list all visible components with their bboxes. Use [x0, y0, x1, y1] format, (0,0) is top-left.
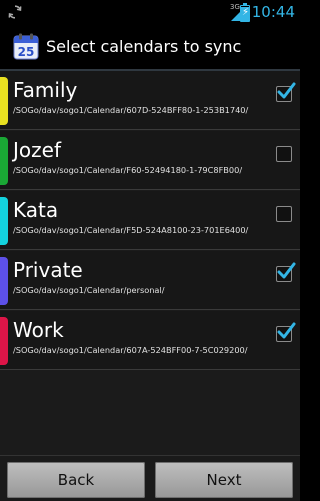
calendar-checkbox[interactable]	[276, 322, 296, 342]
calendar-name: Family	[13, 78, 78, 102]
calendar-color-bar	[0, 257, 8, 305]
status-bar: 3G ⚡ 10:44	[0, 0, 300, 25]
list-item-private[interactable]: Private /SOGo/dav/sogo1/Calendar/persona…	[0, 251, 300, 310]
next-button[interactable]: Next	[155, 462, 293, 498]
status-clock: 10:44	[251, 3, 295, 21]
list-item-kata[interactable]: Kata /SOGo/dav/sogo1/Calendar/F5D-524A81…	[0, 191, 300, 250]
calendar-checkbox[interactable]	[276, 146, 292, 162]
back-button[interactable]: Back	[7, 462, 145, 498]
list-item-work[interactable]: Work /SOGo/dav/sogo1/Calendar/607A-524BF…	[0, 311, 300, 370]
calendar-name: Jozef	[13, 138, 61, 162]
calendar-icon-day: 25	[18, 45, 35, 59]
sync-icon	[8, 5, 22, 19]
calendar-color-bar	[0, 77, 8, 125]
bottom-button-bar: Back Next	[0, 455, 300, 501]
calendar-name: Work	[13, 318, 64, 342]
title-bar: 25 Select calendars to sync	[0, 25, 300, 71]
list-item-jozef[interactable]: Jozef /SOGo/dav/sogo1/Calendar/F60-52494…	[0, 131, 300, 190]
calendar-color-bar	[0, 137, 8, 185]
calendar-checkbox[interactable]	[276, 82, 296, 102]
calendar-name: Kata	[13, 198, 59, 222]
calendar-icon: 25	[13, 33, 39, 60]
calendar-checkbox[interactable]	[276, 262, 296, 282]
calendar-name: Private	[13, 258, 83, 282]
calendar-path: /SOGo/dav/sogo1/Calendar/personal/	[13, 285, 165, 295]
check-mark-icon	[277, 262, 296, 279]
calendar-color-bar	[0, 317, 8, 365]
check-mark-icon	[277, 322, 296, 339]
calendar-path: /SOGo/dav/sogo1/Calendar/F5D-524A8100-23…	[13, 225, 249, 235]
calendar-path: /SOGo/dav/sogo1/Calendar/F60-52494180-1-…	[13, 165, 243, 175]
calendar-checkbox[interactable]	[276, 206, 292, 222]
calendar-path: /SOGo/dav/sogo1/Calendar/607D-524BFF80-1…	[13, 105, 249, 115]
check-mark-icon	[277, 82, 296, 99]
calendar-list: Family /SOGo/dav/sogo1/Calendar/607D-524…	[0, 71, 300, 455]
calendar-color-bar	[0, 197, 8, 245]
page-title: Select calendars to sync	[46, 37, 242, 56]
calendar-path: /SOGo/dav/sogo1/Calendar/607A-524BFF00-7…	[13, 345, 248, 355]
battery-charging-icon: ⚡	[240, 3, 250, 22]
list-item-family[interactable]: Family /SOGo/dav/sogo1/Calendar/607D-524…	[0, 71, 300, 130]
